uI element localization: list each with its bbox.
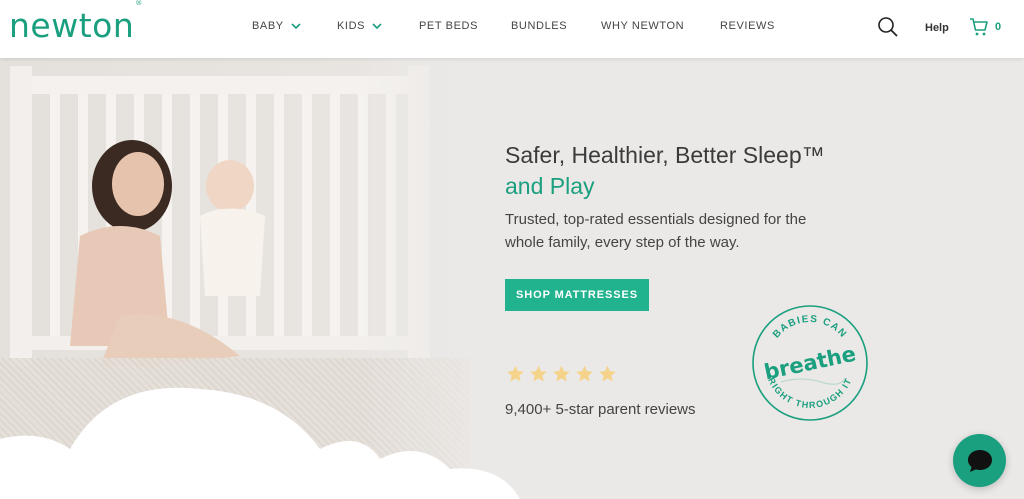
chat-bubble-icon	[967, 449, 992, 472]
help-link[interactable]: Help	[925, 22, 949, 34]
breathe-badge: BABIES CAN breathe RIGHT THROUGH IT	[752, 305, 868, 421]
star-icon	[599, 365, 616, 382]
hero-banner: Safer, Healthier, Better Sleep™ and Play…	[0, 58, 1024, 499]
nav-item-bundles[interactable]: BUNDLES	[511, 20, 567, 32]
cart-icon[interactable]	[969, 17, 989, 37]
hero-headline: Safer, Healthier, Better Sleep™ and Play	[505, 140, 865, 202]
newton-logo[interactable]: newton®	[9, 0, 143, 45]
cloud-decoration	[0, 387, 520, 499]
headline-line-1: Safer, Healthier, Better Sleep™	[505, 142, 825, 168]
nav-item-baby[interactable]: BABY	[252, 20, 302, 32]
cart-count: 0	[995, 21, 1002, 33]
nav-item-reviews[interactable]: REVIEWS	[720, 20, 775, 32]
badge-center-text: breathe	[762, 342, 858, 385]
nav-item-why-newton[interactable]: WHY NEWTON	[601, 20, 684, 32]
svg-text:BABIES CAN: BABIES CAN	[771, 314, 849, 341]
shop-mattresses-button[interactable]: SHOP MATTRESSES	[505, 279, 649, 311]
search-icon[interactable]	[877, 16, 899, 38]
nav-item-pet-beds[interactable]: PET BEDS	[419, 20, 478, 32]
hero-subtext: Trusted, top-rated essentials designed f…	[505, 211, 807, 251]
badge-top-text: BABIES CAN	[771, 314, 848, 341]
chevron-down-icon	[291, 23, 301, 30]
headline-line-2: and Play	[505, 173, 595, 199]
nav-item-kids[interactable]: KIDS	[337, 20, 383, 32]
chevron-down-icon	[372, 23, 382, 30]
chat-button[interactable]	[953, 434, 1006, 487]
site-header: newton® BABY KIDS PET BEDS BUNDLES WHY N…	[0, 0, 1024, 58]
